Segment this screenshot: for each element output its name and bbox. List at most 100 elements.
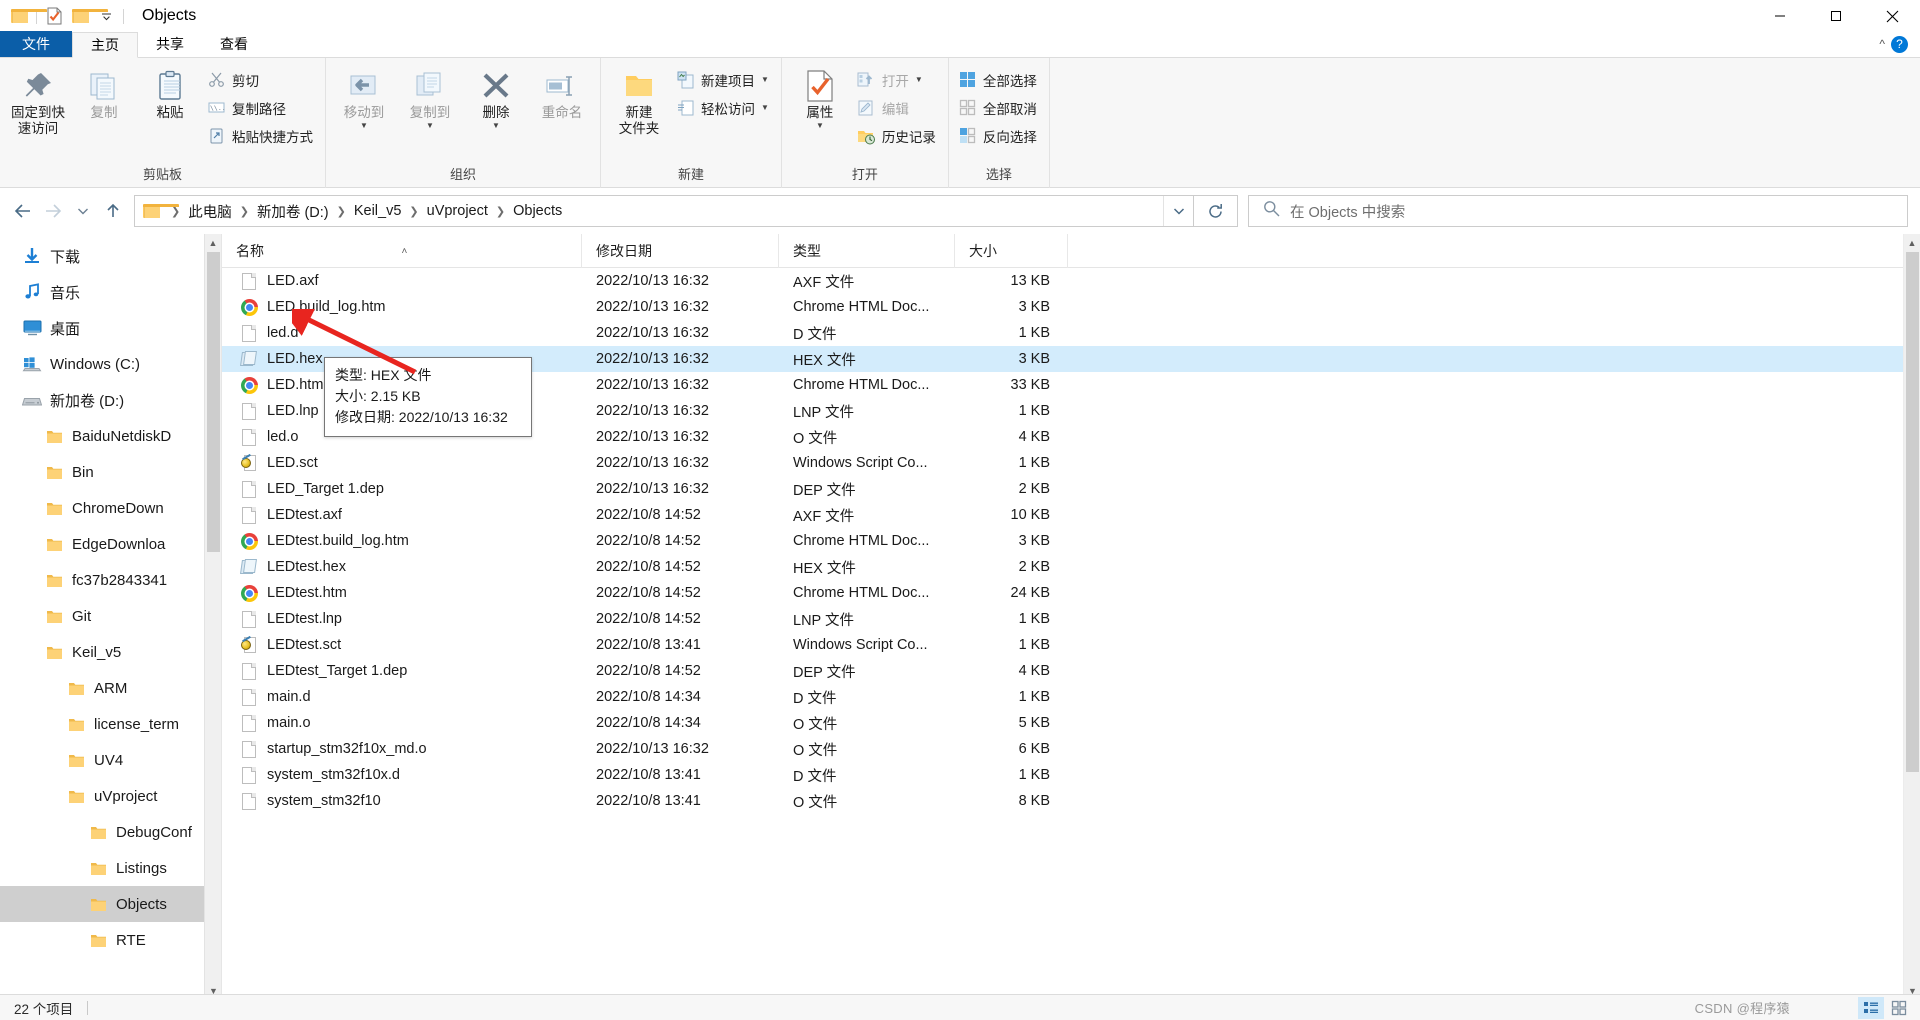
move-to-caret-icon[interactable]: ▼ — [360, 122, 368, 130]
details-view-button[interactable] — [1858, 996, 1884, 1019]
nav-item-keil-v5[interactable]: Keil_v5 — [0, 634, 221, 670]
nav-item-debugconf[interactable]: DebugConf — [0, 814, 221, 850]
nav-item-git[interactable]: Git — [0, 598, 221, 634]
nav-scroll-up-icon[interactable]: ▲ — [205, 234, 221, 252]
new-folder-icon[interactable] — [67, 3, 108, 29]
properties-caret-icon[interactable]: ▼ — [816, 122, 824, 130]
easy-access-button[interactable]: 轻松访问 ▼ — [673, 95, 775, 120]
list-scroll-thumb[interactable] — [1906, 252, 1919, 772]
customize-qat-chevron-icon[interactable] — [93, 3, 119, 29]
history-button[interactable]: 历史记录 — [854, 123, 942, 148]
breadcrumb-item-uvproject[interactable]: uVproject — [422, 200, 493, 222]
nav-item-[interactable]: 音乐 — [0, 274, 221, 310]
tab-file[interactable]: 文件 — [0, 31, 72, 57]
table-row[interactable]: startup_stm32f10x_md.o 2022/10/13 16:32 O … — [222, 736, 1920, 762]
tab-share[interactable]: 共享 — [138, 31, 202, 57]
up-button[interactable] — [98, 195, 128, 227]
list-scroll-up-icon[interactable]: ▲ — [1904, 234, 1920, 252]
new-item-caret-icon[interactable]: ▼ — [761, 75, 769, 83]
table-row[interactable]: LEDtest.hex 2022/10/8 14:52 HEX 文件 2 KB — [222, 554, 1920, 580]
select-all-button[interactable]: 全部选择 — [955, 67, 1043, 92]
nav-item-chromedown[interactable]: ChromeDown — [0, 490, 221, 526]
column-header-name[interactable]: 名称 ˄ — [222, 234, 582, 268]
column-header-type[interactable]: 类型 — [779, 234, 955, 268]
new-item-button[interactable]: 新建项目 ▼ — [673, 67, 775, 92]
nav-scroll-thumb[interactable] — [207, 252, 220, 552]
move-to-button[interactable]: 移动到 ▼ — [332, 62, 396, 130]
table-row[interactable]: LED_Target 1.dep 2022/10/13 16:32 DEP 文件 2 … — [222, 476, 1920, 502]
properties-check-icon[interactable] — [41, 3, 67, 29]
nav-item-listings[interactable]: Listings — [0, 850, 221, 886]
recent-locations-button[interactable] — [68, 195, 98, 227]
copy-path-button[interactable]: \\.. 复制路径 — [204, 95, 319, 120]
nav-item-uv4[interactable]: UV4 — [0, 742, 221, 778]
copy-to-caret-icon[interactable]: ▼ — [426, 122, 434, 130]
copy-button[interactable]: 复制 — [72, 62, 136, 121]
table-row[interactable]: LED.axf 2022/10/13 16:32 AXF 文件 13 KB — [222, 268, 1920, 294]
breadcrumb-item-this-pc[interactable]: 此电脑 — [183, 198, 237, 225]
nav-scrollbar[interactable]: ▲ ▼ — [204, 234, 221, 1000]
nav-item-objects[interactable]: Objects — [0, 886, 221, 922]
nav-item-d[interactable]: 新加卷 (D:) — [0, 382, 221, 418]
minimize-button[interactable] — [1752, 0, 1808, 32]
breadcrumb-item-objects[interactable]: Objects — [508, 200, 567, 222]
table-row[interactable]: LEDtest.lnp 2022/10/8 14:52 LNP 文件 1 KB — [222, 606, 1920, 632]
easy-access-caret-icon[interactable]: ▼ — [761, 103, 769, 111]
search-box[interactable]: 在 Objects 中搜索 — [1248, 195, 1908, 227]
paste-shortcut-button[interactable]: 粘贴快捷方式 — [204, 123, 319, 148]
paste-button[interactable]: 粘贴 — [138, 62, 202, 121]
cut-button[interactable]: 剪切 — [204, 67, 319, 92]
delete-button[interactable]: 删除 ▼ — [464, 62, 528, 130]
nav-item-rte[interactable]: RTE — [0, 922, 221, 958]
help-icon[interactable]: ? — [1891, 35, 1908, 53]
table-row[interactable]: LEDtest_Target 1.dep 2022/10/8 14:52 DEP 文… — [222, 658, 1920, 684]
nav-item-arm[interactable]: ARM — [0, 670, 221, 706]
table-row[interactable]: LEDtest.htm 2022/10/8 14:52 Chrome HTML Do… — [222, 580, 1920, 606]
table-row[interactable]: LED.sct 2022/10/13 16:32 Windows Script Co… — [222, 450, 1920, 476]
column-header-size[interactable]: 大小 — [955, 234, 1068, 268]
collapse-ribbon-icon[interactable]: ^ — [1879, 37, 1885, 51]
edit-button[interactable]: 编辑 — [854, 95, 942, 120]
breadcrumb-item-drive-d[interactable]: 新加卷 (D:) — [252, 198, 334, 225]
pin-to-quick-access-button[interactable]: 固定到快 速访问 — [6, 62, 70, 137]
table-row[interactable]: led.d 2022/10/13 16:32 D 文件 1 KB — [222, 320, 1920, 346]
table-row[interactable]: LED.build_log.htm 2022/10/13 16:32 Chrome … — [222, 294, 1920, 320]
table-row[interactable]: system_stm32f10 2022/10/8 13:41 O 文件 8 KB — [222, 788, 1920, 814]
delete-caret-icon[interactable]: ▼ — [492, 122, 500, 130]
nav-item-baidunetdiskd[interactable]: BaiduNetdiskD — [0, 418, 221, 454]
column-header-date[interactable]: 修改日期 — [582, 234, 779, 268]
large-icons-view-button[interactable] — [1886, 997, 1912, 1019]
open-button[interactable]: 打开 ▼ — [854, 67, 942, 92]
close-button[interactable] — [1864, 0, 1920, 32]
open-caret-icon[interactable]: ▼ — [915, 75, 923, 83]
nav-item-[interactable]: 桌面 — [0, 310, 221, 346]
nav-item-bin[interactable]: Bin — [0, 454, 221, 490]
table-row[interactable]: system_stm32f10x.d 2022/10/8 13:41 D 文件 1 K… — [222, 762, 1920, 788]
nav-item-edgedownloa[interactable]: EdgeDownloa — [0, 526, 221, 562]
forward-button[interactable] — [38, 195, 68, 227]
address-dropdown-chevron-icon[interactable] — [1163, 196, 1193, 226]
table-row[interactable]: main.d 2022/10/8 14:34 D 文件 1 KB — [222, 684, 1920, 710]
new-folder-button[interactable]: 新建 文件夹 — [607, 62, 671, 137]
properties-button[interactable]: 属性 ▼ — [788, 62, 852, 130]
file-list-scrollbar[interactable]: ▲ ▼ — [1903, 234, 1920, 1000]
address-breadcrumb-bar[interactable]: ❯ 此电脑 ❯ 新加卷 (D:) ❯ Keil_v5 ❯ uVproject ❯… — [134, 195, 1194, 227]
select-none-button[interactable]: 全部取消 — [955, 95, 1043, 120]
refresh-button[interactable] — [1194, 195, 1238, 227]
table-row[interactable]: LEDtest.axf 2022/10/8 14:52 AXF 文件 10 KB — [222, 502, 1920, 528]
invert-selection-button[interactable]: 反向选择 — [955, 123, 1043, 148]
tab-home[interactable]: 主页 — [72, 32, 138, 58]
back-button[interactable] — [8, 195, 38, 227]
table-row[interactable]: LEDtest.sct 2022/10/8 13:41 Windows Script… — [222, 632, 1920, 658]
nav-item-uvproject[interactable]: uVproject — [0, 778, 221, 814]
table-row[interactable]: main.o 2022/10/8 14:34 O 文件 5 KB — [222, 710, 1920, 736]
breadcrumb-item-keil-v5[interactable]: Keil_v5 — [349, 200, 407, 222]
rename-button[interactable]: 重命名 — [530, 62, 594, 121]
nav-item-fc37b2843341[interactable]: fc37b2843341 — [0, 562, 221, 598]
tab-view[interactable]: 查看 — [202, 31, 266, 57]
table-row[interactable]: LEDtest.build_log.htm 2022/10/8 14:52 Chro… — [222, 528, 1920, 554]
nav-item-license-term[interactable]: license_term — [0, 706, 221, 742]
nav-item-windows-c[interactable]: Windows (C:) — [0, 346, 221, 382]
maximize-button[interactable] — [1808, 0, 1864, 32]
nav-item-[interactable]: 下载 — [0, 238, 221, 274]
